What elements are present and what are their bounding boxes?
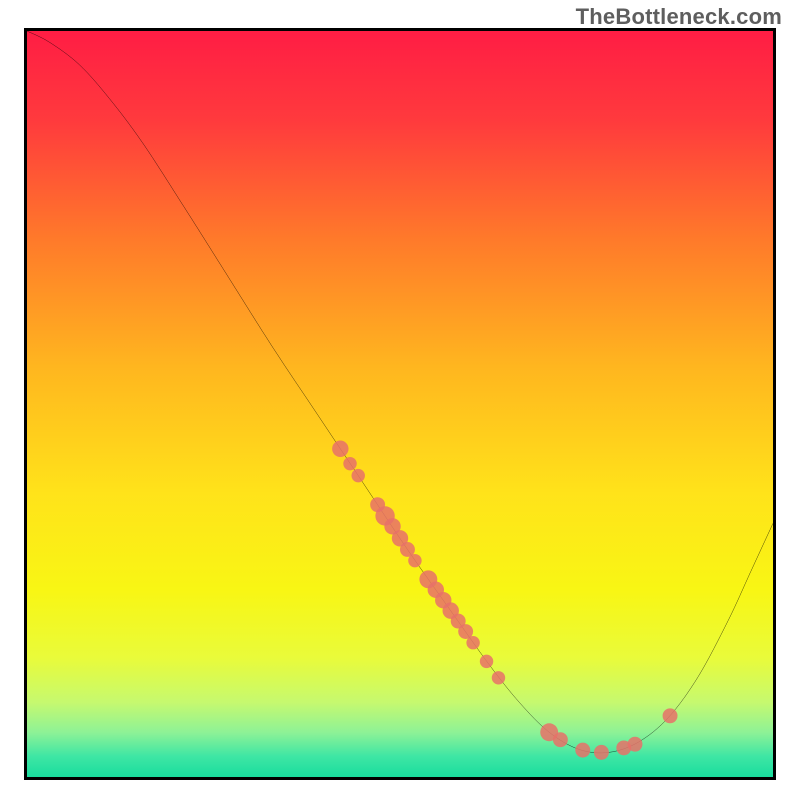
data-point (492, 671, 505, 684)
chart-container: TheBottleneck.com (0, 0, 800, 800)
data-point (343, 457, 356, 470)
data-point (575, 743, 590, 758)
data-point (332, 441, 348, 457)
data-point (352, 469, 365, 482)
data-point (628, 737, 643, 752)
data-point (466, 636, 479, 649)
data-point (480, 655, 493, 668)
data-point (553, 732, 568, 747)
gradient-background (27, 31, 773, 777)
data-point (594, 745, 609, 760)
data-point (408, 554, 421, 567)
chart-svg (27, 31, 773, 777)
data-point (663, 708, 678, 723)
plot-frame (24, 28, 776, 780)
watermark-text: TheBottleneck.com (576, 4, 782, 30)
